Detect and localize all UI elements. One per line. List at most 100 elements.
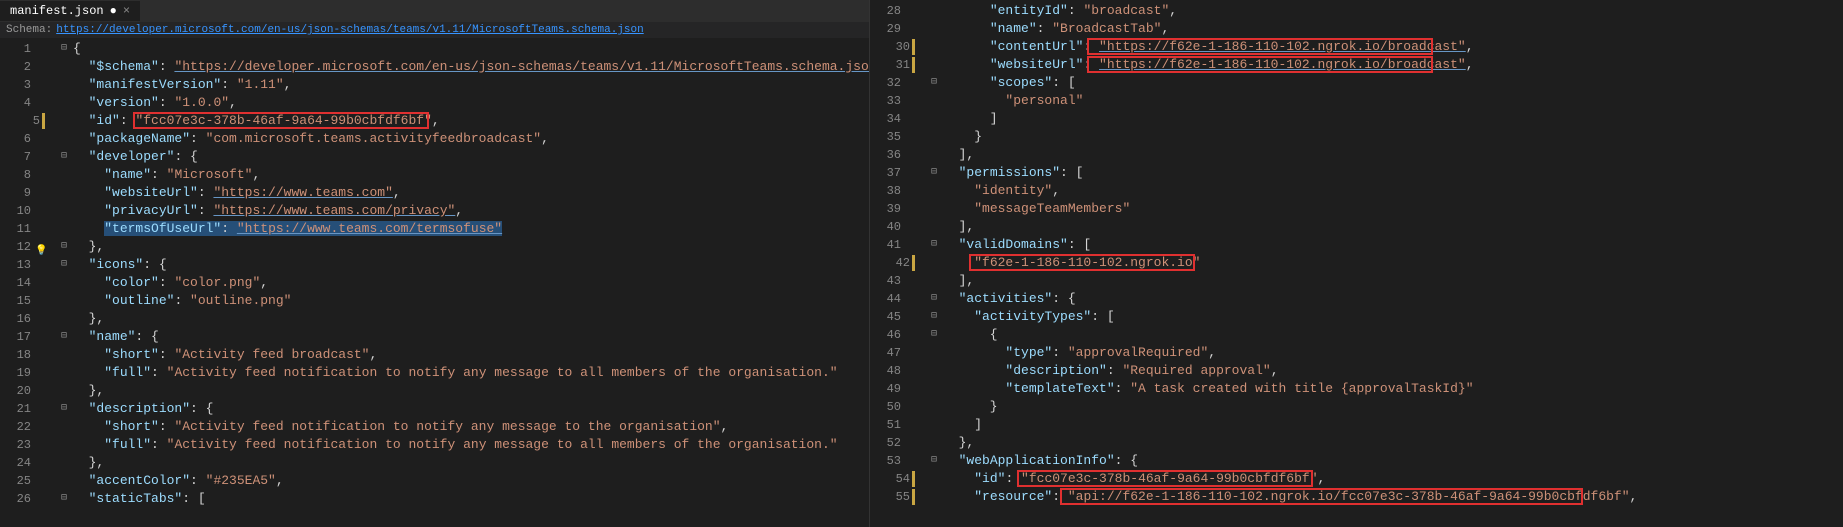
code-line[interactable]: "short": "Activity feed notification to …: [73, 418, 869, 436]
code-line[interactable]: "color": "color.png",: [73, 274, 869, 292]
code-line[interactable]: "description": {: [73, 400, 869, 418]
code-line[interactable]: },: [73, 238, 869, 256]
fold-toggle-icon[interactable]: ⊟: [925, 326, 943, 344]
code-line[interactable]: ],: [943, 272, 1843, 290]
fold-toggle-icon[interactable]: ⊟: [55, 148, 73, 166]
url-link[interactable]: "https://www.teams.com": [213, 185, 392, 200]
code-line[interactable]: "webApplicationInfo": {: [943, 452, 1843, 470]
url-link[interactable]: "https://www.teams.com/termsofuse": [237, 221, 502, 236]
code-line[interactable]: "name": "BroadcastTab",: [943, 20, 1843, 38]
code-line[interactable]: },: [73, 382, 869, 400]
code-line[interactable]: "id": "fcc07e3c-378b-46af-9a64-99b0cbfdf…: [943, 470, 1843, 488]
code-line[interactable]: "staticTabs": [: [73, 490, 869, 508]
close-icon[interactable]: ×: [123, 4, 130, 18]
fold-toggle-icon[interactable]: ⊟: [55, 328, 73, 346]
code-line[interactable]: "full": "Activity feed notification to n…: [73, 364, 869, 382]
code-line[interactable]: "manifestVersion": "1.11",: [73, 76, 869, 94]
change-marker-icon: [912, 255, 915, 271]
code-line[interactable]: "messageTeamMembers": [943, 200, 1843, 218]
code-line[interactable]: "developer": {: [73, 148, 869, 166]
code-line[interactable]: },: [943, 434, 1843, 452]
line-number: 23: [0, 436, 55, 454]
fold-toggle-icon[interactable]: ⊟: [55, 238, 73, 256]
fold-toggle-icon[interactable]: ⊟: [925, 164, 943, 182]
fold-toggle-icon: [55, 94, 73, 112]
fold-toggle-icon[interactable]: ⊟: [925, 74, 943, 92]
fold-toggle-icon[interactable]: ⊟: [55, 490, 73, 508]
code-line[interactable]: "id": "fcc07e3c-378b-46af-9a64-99b0cbfdf…: [73, 112, 869, 130]
fold-toggle-icon: [925, 362, 943, 380]
code-line[interactable]: "outline": "outline.png": [73, 292, 869, 310]
code-line[interactable]: "type": "approvalRequired",: [943, 344, 1843, 362]
code-line[interactable]: "websiteUrl": "https://www.teams.com",: [73, 184, 869, 202]
url-link[interactable]: "https://f62e-1-186-110-102.ngrok.io/bro…: [1099, 57, 1466, 72]
code-line[interactable]: "permissions": [: [943, 164, 1843, 182]
code-line[interactable]: "websiteUrl": "https://f62e-1-186-110-10…: [943, 56, 1843, 74]
code-line[interactable]: "activityTypes": [: [943, 308, 1843, 326]
code-line[interactable]: },: [73, 310, 869, 328]
lightbulb-icon[interactable]: [35, 241, 47, 253]
code-line[interactable]: "full": "Activity feed notification to n…: [73, 436, 869, 454]
fold-toggle-icon: [925, 380, 943, 398]
code-line[interactable]: "contentUrl": "https://f62e-1-186-110-10…: [943, 38, 1843, 56]
fold-toggle-icon[interactable]: ⊟: [55, 400, 73, 418]
fold-toggle-icon: [925, 20, 943, 38]
code-line[interactable]: ]: [943, 416, 1843, 434]
code-line[interactable]: "templateText": "A task created with tit…: [943, 380, 1843, 398]
line-number: 5: [0, 112, 55, 130]
url-link[interactable]: "https://f62e-1-186-110-102.ngrok.io/bro…: [1099, 39, 1466, 54]
code-line[interactable]: "short": "Activity feed broadcast",: [73, 346, 869, 364]
code-line[interactable]: "version": "1.0.0",: [73, 94, 869, 112]
code-line[interactable]: "identity",: [943, 182, 1843, 200]
fold-toggle-icon[interactable]: ⊟: [925, 236, 943, 254]
code-line[interactable]: }: [943, 128, 1843, 146]
code-line[interactable]: "icons": {: [73, 256, 869, 274]
code-line[interactable]: "name": {: [73, 328, 869, 346]
change-marker-icon: [912, 39, 915, 55]
code-line[interactable]: "termsOfUseUrl": "https://www.teams.com/…: [73, 220, 869, 238]
line-number: 19: [0, 364, 55, 382]
code-line[interactable]: "scopes": [: [943, 74, 1843, 92]
fold-toggle-icon[interactable]: ⊟: [55, 256, 73, 274]
line-number: 21: [0, 400, 55, 418]
schema-label: Schema:: [6, 24, 52, 36]
code-editor-right[interactable]: 2829303132333435363738394041424344454647…: [870, 0, 1843, 527]
code-line[interactable]: "$schema": "https://developer.microsoft.…: [73, 58, 869, 76]
fold-toggle-icon[interactable]: ⊟: [925, 452, 943, 470]
code-line[interactable]: "f62e-1-186-110-102.ngrok.io": [943, 254, 1843, 272]
code-line[interactable]: "accentColor": "#235EA5",: [73, 472, 869, 490]
line-number: 16: [0, 310, 55, 328]
code-line[interactable]: ],: [943, 218, 1843, 236]
url-link[interactable]: "https://www.teams.com/privacy": [213, 203, 455, 218]
fold-toggle-icon[interactable]: ⊟: [55, 40, 73, 58]
line-number: 9: [0, 184, 55, 202]
tab-manifest-json[interactable]: manifest.json ● ×: [0, 1, 140, 21]
url-link[interactable]: "https://developer.microsoft.com/en-us/j…: [174, 59, 869, 74]
code-line[interactable]: ],: [943, 146, 1843, 164]
line-number: 13: [0, 256, 55, 274]
code-line[interactable]: {: [943, 326, 1843, 344]
code-line[interactable]: "validDomains": [: [943, 236, 1843, 254]
code-line[interactable]: "resource": "api://f62e-1-186-110-102.ng…: [943, 488, 1843, 506]
code-line[interactable]: "activities": {: [943, 290, 1843, 308]
code-line[interactable]: ]: [943, 110, 1843, 128]
code-line[interactable]: "privacyUrl": "https://www.teams.com/pri…: [73, 202, 869, 220]
line-number: 49: [870, 380, 925, 398]
code-line[interactable]: "personal": [943, 92, 1843, 110]
code-line[interactable]: "name": "Microsoft",: [73, 166, 869, 184]
code-editor-left[interactable]: 1234567891011121314151617181920212223242…: [0, 38, 869, 525]
fold-toggle-icon[interactable]: ⊟: [925, 290, 943, 308]
line-number: 35: [870, 128, 925, 146]
fold-toggle-icon: [55, 112, 73, 130]
code-line[interactable]: }: [943, 398, 1843, 416]
line-number: 7: [0, 148, 55, 166]
code-line[interactable]: "packageName": "com.microsoft.teams.acti…: [73, 130, 869, 148]
fold-toggle-icon: [55, 220, 73, 238]
modified-indicator-icon: ●: [110, 4, 117, 18]
code-line[interactable]: },: [73, 454, 869, 472]
fold-toggle-icon[interactable]: ⊟: [925, 308, 943, 326]
code-line[interactable]: "description": "Required approval",: [943, 362, 1843, 380]
code-line[interactable]: "entityId": "broadcast",: [943, 2, 1843, 20]
schema-url-link[interactable]: https://developer.microsoft.com/en-us/js…: [56, 24, 644, 36]
code-line[interactable]: {: [73, 40, 869, 58]
